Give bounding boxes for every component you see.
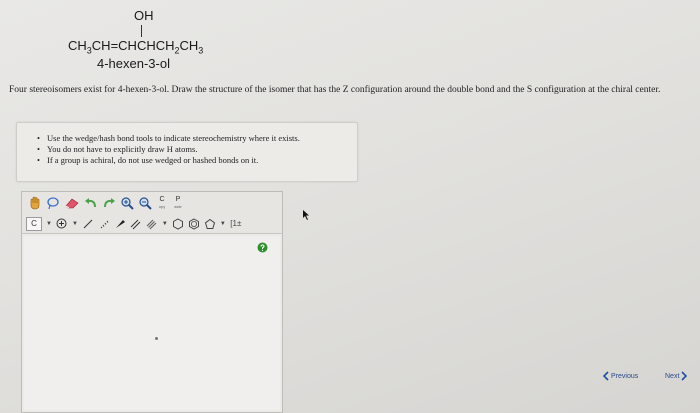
hydroxyl-label: OH	[134, 8, 154, 23]
pentagon-ring-icon[interactable]	[204, 216, 216, 232]
benzene-ring-icon[interactable]	[188, 216, 200, 232]
chevron-down-icon[interactable]: ▼	[46, 221, 52, 227]
question-text: Four stereoisomers exist for 4-hexen-3-o…	[9, 85, 661, 95]
instruction-item: You do not have to explicitly draw H ato…	[37, 144, 357, 155]
lasso-icon[interactable]	[46, 195, 60, 211]
editor-toolbar-bottom: C ▼ ▼ ▼ ▼ [1±	[22, 214, 282, 234]
canvas-dot	[155, 337, 158, 340]
instructions-box: Use the wedge/hash bond tools to indicat…	[16, 122, 358, 182]
compound-name: 4-hexen-3-ol	[97, 56, 170, 71]
chain-part-2: CH=CHCHCH	[91, 38, 175, 53]
chevron-right-icon	[681, 371, 688, 381]
undo-icon[interactable]	[84, 195, 98, 211]
editor-toolbar-top: C opy P aste	[22, 192, 282, 214]
carbon-chain-formula: CH3CH=CHCHCH2CH3	[68, 38, 203, 56]
redo-icon[interactable]	[102, 195, 116, 211]
wedge-bond-icon[interactable]	[114, 216, 126, 232]
hexagon-ring-icon[interactable]	[172, 216, 184, 232]
element-selector[interactable]: C	[26, 216, 42, 231]
next-button[interactable]: Next	[665, 369, 688, 383]
charge-plus-icon[interactable]	[56, 216, 68, 232]
zoom-out-icon[interactable]	[138, 195, 152, 211]
hashed-bond-icon[interactable]	[98, 216, 110, 232]
copy-letter: C	[159, 196, 165, 203]
eraser-icon[interactable]	[64, 195, 80, 211]
zoom-in-icon[interactable]	[120, 195, 134, 211]
single-bond-icon[interactable]	[82, 216, 94, 232]
triple-bond-icon[interactable]	[146, 216, 158, 232]
chevron-down-icon[interactable]: ▼	[72, 221, 78, 227]
chain-sub-3: 3	[198, 45, 204, 56]
help-icon[interactable]	[257, 240, 268, 258]
chevron-down-icon[interactable]: ▼	[162, 221, 168, 227]
paste-sub: aste	[174, 204, 182, 209]
copy-sub: opy	[158, 204, 166, 209]
next-label: Next	[665, 372, 680, 380]
instruction-item: If a group is achiral, do not use wedged…	[37, 155, 357, 166]
previous-label: Previous	[611, 372, 639, 380]
paste-letter: P	[175, 196, 181, 203]
instruction-item: Use the wedge/hash bond tools to indicat…	[37, 133, 357, 144]
bracket-tool[interactable]: [1±	[230, 216, 242, 232]
double-bond-icon[interactable]	[130, 216, 142, 232]
paste-button[interactable]: P aste	[172, 195, 184, 211]
chain-part-1: CH	[68, 38, 87, 53]
copy-button[interactable]: C opy	[156, 195, 168, 211]
chain-part-3: CH	[179, 38, 199, 53]
chevron-down-icon[interactable]: ▼	[220, 221, 226, 227]
previous-button[interactable]: Previous	[603, 369, 638, 383]
mouse-pointer-icon	[303, 207, 311, 225]
hand-icon[interactable]	[28, 195, 42, 211]
structure-editor: C opy P aste C ▼ ▼ ▼ ▼ [1±	[21, 191, 283, 413]
instructions-list: Use the wedge/hash bond tools to indicat…	[17, 123, 357, 166]
chevron-left-icon	[603, 371, 609, 381]
hydroxyl-bond-line	[141, 25, 142, 37]
drawing-canvas[interactable]	[24, 236, 280, 410]
